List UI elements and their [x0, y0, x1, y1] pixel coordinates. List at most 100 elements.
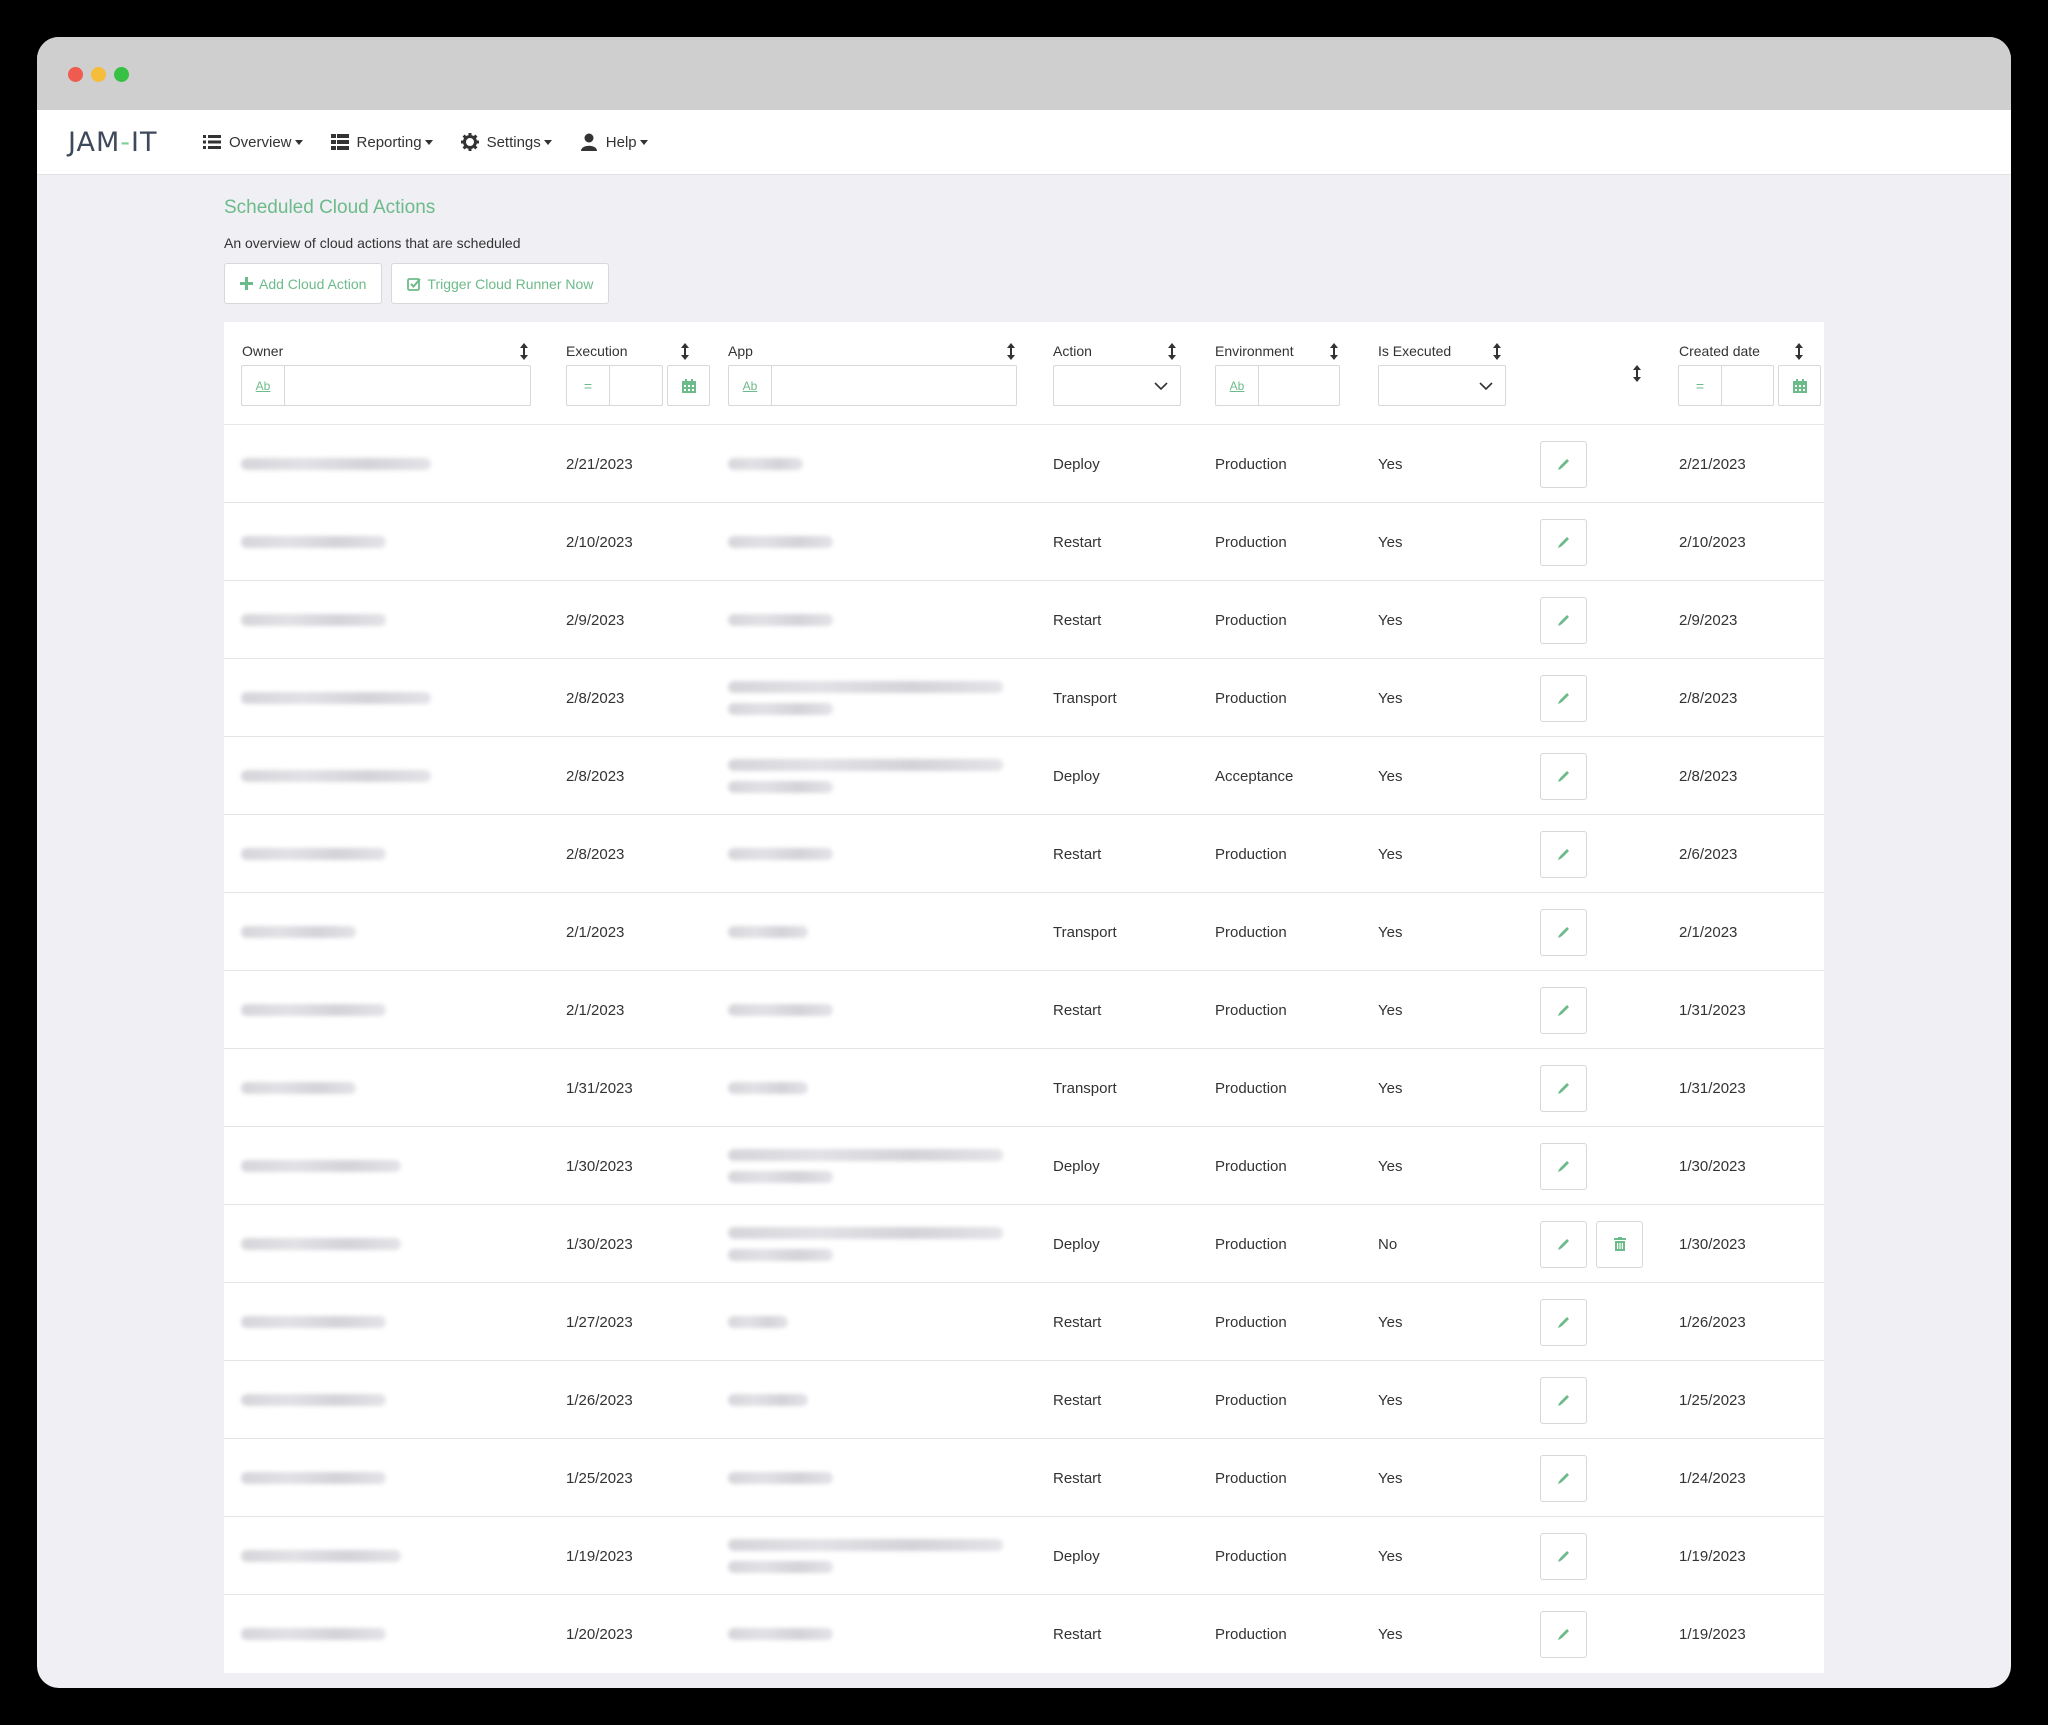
edit-button[interactable] — [1540, 1454, 1587, 1502]
add-cloud-action-button[interactable]: Add Cloud Action — [224, 263, 383, 304]
owner-redacted — [241, 1004, 386, 1016]
created-date-filter-operator[interactable]: = — [1678, 365, 1721, 406]
sort-icon[interactable] — [681, 343, 689, 360]
user-icon — [580, 133, 597, 151]
sort-icon[interactable] — [1007, 343, 1015, 360]
execution-filter-input[interactable] — [609, 365, 663, 406]
edit-button[interactable] — [1540, 1064, 1587, 1112]
environment-filter-input[interactable] — [1258, 365, 1340, 406]
top-navbar: JAM-IT Overview Reporting Settings Help — [37, 110, 2011, 175]
table-row: 2/8/2023 Deploy Acceptance Yes 2/8/2023 — [224, 737, 1824, 815]
edit-button[interactable] — [1540, 1532, 1587, 1580]
table-row: 1/27/2023 Restart Production Yes 1/26/20… — [224, 1283, 1824, 1361]
sort-icon[interactable] — [1633, 365, 1641, 382]
owner-cell — [241, 581, 386, 659]
table-row: 1/20/2023 Restart Production Yes 1/19/20… — [224, 1595, 1824, 1673]
edit-button[interactable] — [1540, 1376, 1587, 1424]
execution-cell: 2/1/2023 — [566, 1001, 625, 1019]
table-row: 1/31/2023 Transport Production Yes 1/31/… — [224, 1049, 1824, 1127]
is-executed-filter-select[interactable] — [1378, 365, 1506, 406]
trigger-cloud-runner-button[interactable]: Trigger Cloud Runner Now — [391, 263, 610, 304]
owner-redacted — [241, 770, 431, 782]
action-cell: Transport — [1053, 923, 1117, 941]
table-row: 1/30/2023 Deploy Production No 1/30/2023 — [224, 1205, 1824, 1283]
owner-cell — [241, 1361, 386, 1439]
sort-icon[interactable] — [1330, 343, 1338, 360]
column-header-environment[interactable]: Environment — [1215, 343, 1294, 359]
sort-icon[interactable] — [1795, 343, 1803, 360]
delete-button[interactable] — [1596, 1220, 1643, 1268]
owner-redacted — [241, 1550, 401, 1562]
edit-button[interactable] — [1540, 440, 1587, 488]
action-cell: Restart — [1053, 1469, 1102, 1487]
execution-date-picker[interactable] — [667, 365, 710, 406]
environment-filter: Ab — [1215, 365, 1340, 406]
row-actions-cell — [1540, 893, 1587, 971]
caret-down-icon — [294, 139, 303, 145]
table-row: 2/21/2023 Deploy Production Yes 2/21/202… — [224, 425, 1824, 503]
edit-button[interactable] — [1540, 830, 1587, 878]
calendar-icon — [1792, 378, 1807, 393]
sort-icon[interactable] — [520, 343, 528, 360]
minimize-window-button[interactable] — [91, 67, 106, 82]
is-executed-cell: Yes — [1378, 1001, 1403, 1019]
nav-reporting[interactable]: Reporting — [330, 134, 433, 151]
pencil-icon — [1557, 1083, 1569, 1094]
owner-filter-input[interactable] — [284, 365, 531, 406]
edit-button[interactable] — [1540, 1298, 1587, 1346]
close-window-button[interactable] — [68, 67, 83, 82]
is-executed-cell: Yes — [1378, 923, 1403, 941]
created-date-filter-input[interactable] — [1721, 365, 1774, 406]
app-cell — [728, 737, 1003, 815]
app-cell — [728, 1439, 833, 1517]
edit-button[interactable] — [1540, 596, 1587, 644]
environment-cell: Production — [1215, 1313, 1287, 1331]
edit-button[interactable] — [1540, 518, 1587, 566]
nav-help[interactable]: Help — [580, 133, 648, 151]
environment-filter-type[interactable]: Ab — [1215, 365, 1258, 406]
owner-redacted — [241, 1082, 356, 1094]
row-actions-cell — [1540, 503, 1587, 581]
edit-button[interactable] — [1540, 986, 1587, 1034]
column-header-owner[interactable]: Owner — [242, 343, 283, 359]
edit-button[interactable] — [1540, 752, 1587, 800]
sort-icon[interactable] — [1493, 343, 1501, 360]
column-header-action[interactable]: Action — [1053, 343, 1092, 359]
list-icon — [203, 135, 221, 149]
edit-button[interactable] — [1540, 1142, 1587, 1190]
created-date-picker[interactable] — [1778, 365, 1821, 406]
owner-filter-type[interactable]: Ab — [241, 365, 284, 406]
row-actions-cell — [1540, 1517, 1587, 1595]
maximize-window-button[interactable] — [114, 67, 129, 82]
edit-button[interactable] — [1540, 674, 1587, 722]
edit-button[interactable] — [1540, 908, 1587, 956]
logo-dash: - — [120, 126, 132, 158]
jam-it-logo[interactable]: JAM-IT — [68, 127, 163, 158]
chevron-down-icon — [1479, 381, 1493, 390]
action-cell: Deploy — [1053, 455, 1100, 473]
edit-button[interactable] — [1540, 1610, 1587, 1658]
is-executed-cell: Yes — [1378, 1547, 1403, 1565]
action-filter-select[interactable] — [1053, 365, 1181, 406]
pencil-icon — [1557, 1317, 1569, 1328]
column-header-created-date[interactable]: Created date — [1679, 343, 1760, 359]
execution-cell: 2/10/2023 — [566, 533, 633, 551]
column-header-execution[interactable]: Execution — [566, 343, 627, 359]
app-filter-type[interactable]: Ab — [728, 365, 771, 406]
nav-settings[interactable]: Settings — [460, 133, 552, 151]
nav-overview[interactable]: Overview — [203, 134, 303, 151]
sort-icon[interactable] — [1168, 343, 1176, 360]
plus-icon — [240, 277, 253, 290]
pencil-icon — [1557, 459, 1569, 470]
column-header-is-executed[interactable]: Is Executed — [1378, 343, 1451, 359]
owner-cell — [241, 815, 386, 893]
created-date-cell: 2/6/2023 — [1679, 845, 1738, 863]
environment-cell: Production — [1215, 689, 1287, 707]
owner-cell — [241, 1517, 401, 1595]
execution-filter-operator[interactable]: = — [566, 365, 609, 406]
app-cell — [728, 893, 808, 971]
app-filter-input[interactable] — [771, 365, 1017, 406]
pencil-icon — [1557, 1629, 1569, 1640]
column-header-app[interactable]: App — [728, 343, 753, 359]
edit-button[interactable] — [1540, 1220, 1587, 1268]
